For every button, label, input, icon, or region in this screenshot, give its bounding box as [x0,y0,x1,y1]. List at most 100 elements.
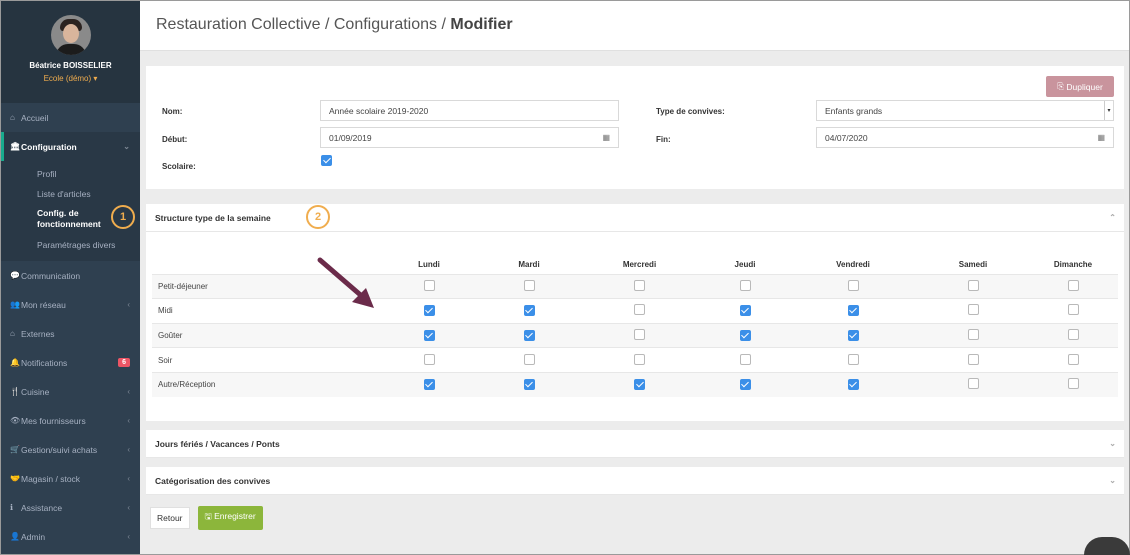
debut-label: Début: [162,135,188,144]
type-convives-select[interactable]: Enfants grands ▾ [816,100,1114,121]
sidebar-item-cuisine[interactable]: 🍴 Cuisine ‹ [1,377,140,406]
meal-day-checkbox[interactable] [847,279,859,291]
chevron-left-icon: ‹ [127,416,130,425]
meal-day-checkbox[interactable] [1067,304,1079,316]
meal-day-checkbox[interactable] [523,329,535,341]
submenu-item-profil[interactable]: Profil [1,164,140,184]
structure-panel-header[interactable]: Structure type de la semaine ⌃ [146,204,1124,232]
sidebar-item-label: Mes fournisseurs [21,415,86,426]
meal-day-checkbox[interactable] [523,353,535,365]
meal-day-checkbox[interactable] [1067,328,1079,340]
meal-day-checkbox[interactable] [523,305,535,317]
chevron-left-icon: ‹ [127,300,130,309]
meal-day-checkbox[interactable] [423,353,435,365]
meal-day-checkbox[interactable] [634,353,645,365]
duplicate-button[interactable]: ⎘ Dupliquer [1046,76,1114,97]
meal-day-checkbox[interactable] [423,305,435,317]
meal-day-checkbox[interactable] [967,279,979,291]
meal-day-checkbox[interactable] [847,353,859,365]
meal-day-checkbox[interactable] [967,353,979,365]
copy-icon: ⎘ [1057,81,1067,91]
save-button[interactable]: 🖫 Enregistrer [197,506,263,530]
nom-input[interactable]: Année scolaire 2019-2020 [320,100,619,121]
meal-day-checkbox[interactable] [634,304,645,316]
user-name: Béatrice BOISSELIER [29,61,112,70]
structure-panel: Structure type de la semaine ⌃ Lundi Mar… [146,204,1124,421]
meal-day-checkbox[interactable] [739,279,751,291]
meal-day-checkbox[interactable] [847,379,859,391]
cart-icon: 🛒 [10,445,20,454]
sidebar-item-label: Gestion/suivi achats [21,444,98,455]
meal-day-checkbox[interactable] [847,329,859,341]
meal-day-checkbox[interactable] [634,379,645,391]
meal-day-checkbox[interactable] [967,328,979,340]
user-plus-icon: 👤 [10,532,20,541]
submenu-item-articles[interactable]: Liste d'articles [1,184,140,204]
meal-day-checkbox[interactable] [423,279,435,291]
chevron-left-icon: ‹ [127,387,130,396]
meal-day-checkbox[interactable] [739,353,751,365]
categories-panel-header[interactable]: Catégorisation des convives ⌄ [146,467,1124,495]
home-icon: ⌂ [10,329,15,338]
meal-day-checkbox[interactable] [739,329,751,341]
sidebar-nav: ⌂ Accueil 🏛 Configuration ⌄ Profil Liste… [1,103,140,551]
meal-day-checkbox[interactable] [423,379,435,391]
chat-icon: 💬 [10,271,20,280]
sidebar-item-magasin[interactable]: 🤝 Magasin / stock ‹ [1,464,140,493]
avatar[interactable] [50,15,91,55]
sidebar-item-achats[interactable]: 🛒 Gestion/suivi achats ‹ [1,435,140,464]
categories-panel: Catégorisation des convives ⌄ [146,467,1124,495]
meal-day-checkbox[interactable] [1067,279,1079,291]
meal-day-checkbox[interactable] [967,304,979,316]
sidebar-item-notifications[interactable]: 🔔 Notifications 6 [1,348,140,377]
info-icon: ℹ [10,503,14,512]
meal-day-checkbox[interactable] [739,305,751,317]
meal-day-checkbox[interactable] [423,329,435,341]
sidebar-item-label: Notifications [21,357,68,368]
floppy-icon: 🖫 [204,511,215,521]
back-button[interactable]: Retour [150,507,190,529]
submenu-item-parametrages[interactable]: Paramétrages divers [1,235,140,255]
calendar-icon[interactable]: ▦ [602,133,610,142]
fin-date-input[interactable]: 04/07/2020 ▦ [816,127,1114,148]
school-dropdown[interactable]: Ecole (démo) ▾ [1,74,140,83]
meal-day-checkbox[interactable] [1067,353,1079,365]
meal-day-checkbox[interactable] [739,379,751,391]
meal-day-checkbox[interactable] [634,328,645,340]
sidebar-item-configuration[interactable]: 🏛 Configuration ⌄ [1,132,140,161]
annotation-arrow [317,257,374,308]
select-arrow-icon: ▾ [1104,101,1113,120]
type-convives-label: Type de convives: [656,107,725,116]
meal-label: Soir [152,347,377,373]
panel-title: Jours fériés / Vacances / Ponts [155,438,280,449]
meal-day-checkbox[interactable] [967,378,979,390]
chevron-up-icon[interactable]: ⌃ [1109,213,1116,222]
sidebar-item-externes[interactable]: ⌂ Externes [1,319,140,348]
sidebar-item-admin[interactable]: 👤 Admin ‹ [1,522,140,551]
meal-day-checkbox[interactable] [634,279,645,291]
handshake-icon: 🤝 [10,474,20,483]
chevron-down-icon[interactable]: ⌄ [1109,476,1116,485]
day-header: Lundi [418,260,440,270]
sidebar-item-communication[interactable]: 💬 Communication [1,261,140,290]
debut-date-input[interactable]: 01/09/2019 ▦ [320,127,619,148]
meal-day-checkbox[interactable] [847,305,859,317]
scolaire-checkbox[interactable] [321,155,332,166]
chevron-left-icon: ‹ [127,532,130,541]
fin-label: Fin: [656,135,671,144]
sidebar-item-assistance[interactable]: ℹ Assistance ‹ [1,493,140,522]
panel-title: Structure type de la semaine [155,212,271,223]
calendar-icon[interactable]: ▦ [1097,133,1105,142]
meal-day-checkbox[interactable] [1067,378,1079,390]
holidays-panel-header[interactable]: Jours fériés / Vacances / Ponts ⌄ [146,430,1124,458]
sidebar-item-mon-reseau[interactable]: 👥 Mon réseau ‹ [1,290,140,319]
sidebar-item-accueil[interactable]: ⌂ Accueil [1,103,140,132]
chevron-down-icon[interactable]: ⌄ [1109,439,1116,448]
callout-2: 2 [306,205,330,229]
meal-day-checkbox[interactable] [523,379,535,391]
sidebar-item-fournisseurs[interactable]: 👁 Mes fournisseurs ‹ [1,406,140,435]
chevron-down-icon: ⌄ [123,142,130,151]
table-row: Soir [152,347,1118,373]
meal-day-checkbox[interactable] [523,279,535,291]
chevron-left-icon: ‹ [127,474,130,483]
